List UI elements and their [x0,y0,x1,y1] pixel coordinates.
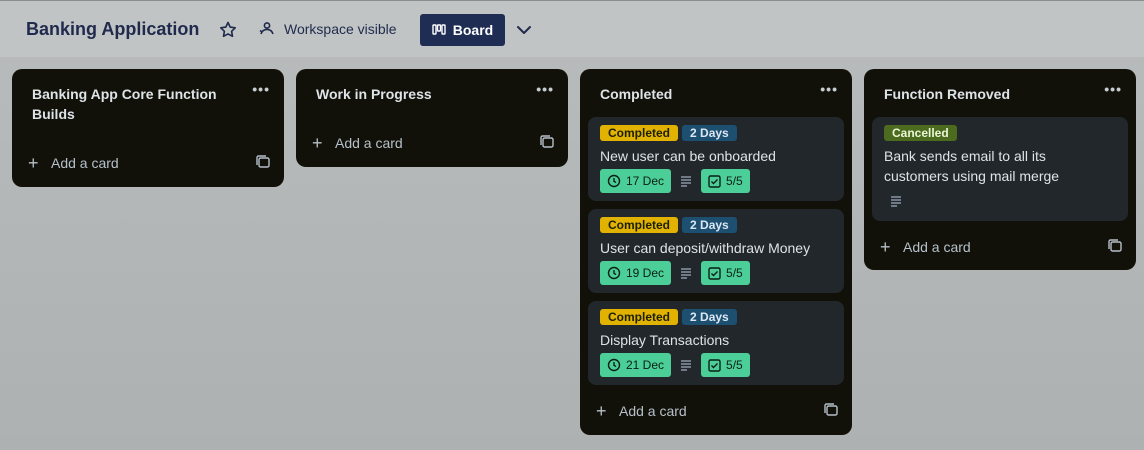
more-icon[interactable]: ••• [252,81,270,97]
description-icon [681,268,692,279]
card-title: User can deposit/withdraw Money [600,240,811,256]
add-card-label: Add a card [51,155,119,171]
star-icon[interactable] [218,20,238,40]
board-title[interactable]: Banking Application [26,19,199,40]
list-title[interactable]: Banking App Core Function Builds [32,84,232,124]
clock-icon [607,266,621,280]
add-card-label: Add a card [903,239,971,255]
label-cancelled[interactable]: Cancelled [884,125,957,141]
card-deposit-withdraw[interactable]: Completed 2 Days User can deposit/withdr… [588,209,844,293]
checklist-badge[interactable]: 5/5 [701,169,750,193]
due-date: 19 Dec [626,266,665,280]
list-title[interactable]: Function Removed [884,84,1010,104]
description-icon [891,196,901,207]
checklist-count: 5/5 [726,266,743,280]
description-icon [681,176,692,187]
list-work-in-progress: Work in Progress ••• + Add a card [296,69,568,167]
list-completed: Completed ••• Completed 2 Days New user … [580,69,852,435]
due-date-badge[interactable]: 19 Dec [600,261,672,285]
clock-icon [607,358,621,372]
board-header: Banking Application Workspace visible Bo… [0,0,1144,57]
checklist-count: 5/5 [726,358,743,372]
due-date-badge[interactable]: 17 Dec [600,169,672,193]
due-date: 21 Dec [626,358,665,372]
add-card-button[interactable]: + Add a card [880,235,1122,259]
board-view-button[interactable]: Board [420,14,505,46]
label-duration[interactable]: 2 Days [682,125,737,141]
label-duration[interactable]: 2 Days [682,217,737,233]
visibility-label: Workspace visible [284,21,397,37]
label-completed[interactable]: Completed [600,125,679,141]
due-date-badge[interactable]: 21 Dec [600,353,672,377]
card-title: New user can be onboarded [600,148,776,164]
workspace-visibility-button[interactable]: Workspace visible [258,20,397,38]
plus-icon: + [880,237,891,257]
card-title: Display Transactions [600,332,730,348]
add-card-label: Add a card [619,403,687,419]
plus-icon: + [28,153,39,173]
template-icon[interactable] [824,403,838,417]
due-date: 17 Dec [626,174,665,188]
board-app: Banking Application Workspace visible Bo… [0,0,1144,450]
add-card-button[interactable]: + Add a card [596,399,838,423]
clock-icon [607,174,621,188]
plus-icon: + [596,401,607,421]
card-bank-sends-email[interactable]: Cancelled Bank sends email to all its cu… [872,117,1128,221]
checklist-count: 5/5 [726,174,743,188]
checklist-badge[interactable]: 5/5 [701,261,750,285]
checklist-icon [708,358,721,372]
card-new-user-onboarded[interactable]: Completed 2 Days New user can be onboard… [588,117,844,201]
label-completed[interactable]: Completed [600,309,679,325]
template-icon[interactable] [256,155,270,169]
board-view-label: Board [452,22,494,38]
description-icon [681,360,692,371]
chevron-down-icon[interactable] [513,19,535,41]
card-title: Bank sends email to all its customers us… [884,148,1060,184]
template-icon[interactable] [540,135,554,149]
list-function-removed: Function Removed ••• Cancelled Bank send… [864,69,1136,270]
list-title[interactable]: Completed [600,84,672,104]
checklist-icon [708,174,721,188]
list-title[interactable]: Work in Progress [316,84,432,104]
template-icon[interactable] [1108,239,1122,253]
board-icon [432,24,446,35]
card-display-transactions[interactable]: Completed 2 Days Display Transactions 21… [588,301,844,385]
checklist-badge[interactable]: 5/5 [701,353,750,377]
checklist-icon [708,266,721,280]
label-duration[interactable]: 2 Days [682,309,737,325]
more-icon[interactable]: ••• [536,81,554,97]
more-icon[interactable]: ••• [820,81,838,97]
add-card-button[interactable]: + Add a card [312,131,554,155]
more-icon[interactable]: ••• [1104,81,1122,97]
add-card-label: Add a card [335,135,403,151]
label-completed[interactable]: Completed [600,217,679,233]
plus-icon: + [312,133,323,153]
workspace-icon [259,22,274,35]
add-card-button[interactable]: + Add a card [28,151,270,175]
list-core-function-builds: Banking App Core Function Builds ••• + A… [12,69,284,187]
